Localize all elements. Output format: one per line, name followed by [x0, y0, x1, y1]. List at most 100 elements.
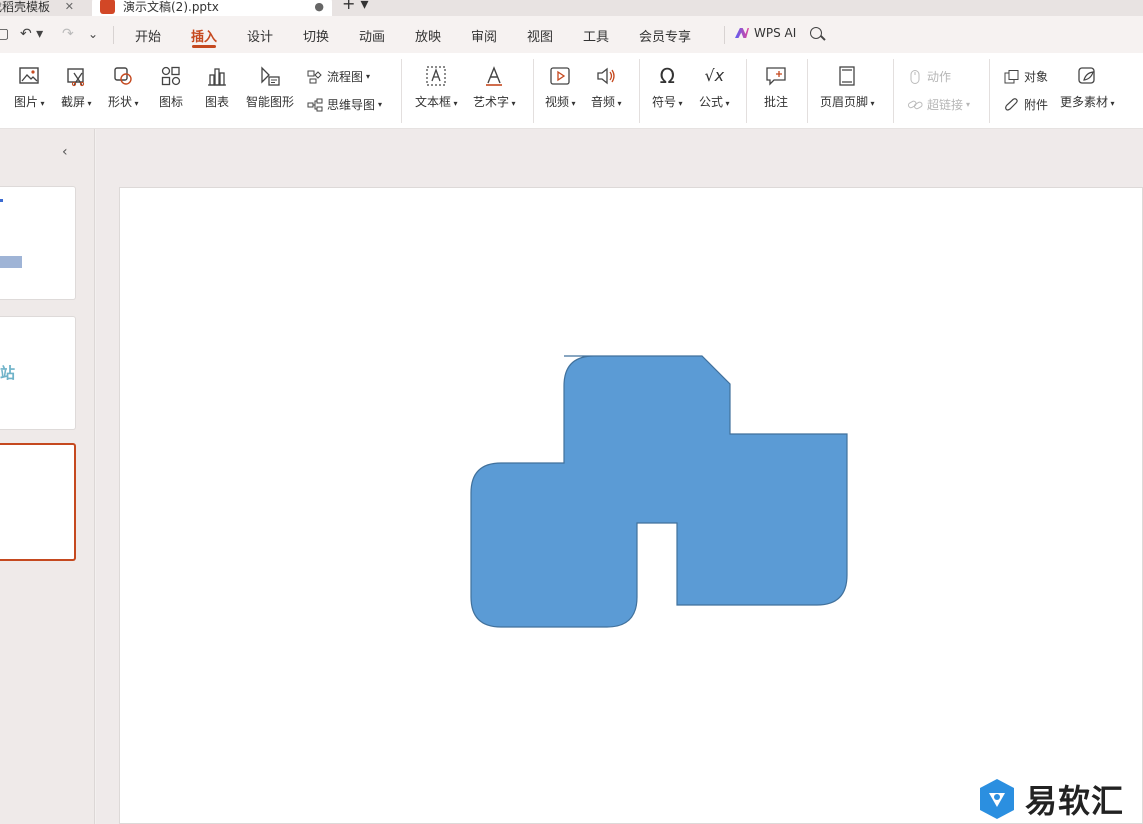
textbox-label: 文本框	[415, 93, 458, 110]
shape-label: 形状	[108, 93, 139, 110]
thumbnail-text: 站	[0, 364, 16, 382]
slide-thumbnail-2[interactable]: 站	[0, 316, 76, 430]
smartart-label: 智能图形	[246, 95, 295, 109]
menu-view[interactable]: 视图	[527, 26, 553, 45]
mindmap-icon	[307, 98, 323, 112]
bar-chart-icon	[206, 65, 228, 87]
tab-template-label: 找稻壳模板	[0, 0, 51, 14]
collapse-pane-icon[interactable]: ‹	[62, 144, 68, 160]
flowchart-label: 流程图	[327, 70, 364, 84]
shape-button[interactable]: 形状	[108, 65, 139, 110]
screenshot-label: 截屏	[61, 93, 92, 110]
watermark-logo-icon	[977, 777, 1017, 821]
menu-separator	[724, 26, 725, 44]
icon-library-icon	[160, 65, 182, 87]
menu-slideshow[interactable]: 放映	[415, 26, 441, 45]
symbol-button[interactable]: Ω 符号	[652, 65, 683, 110]
active-menu-indicator	[192, 45, 216, 48]
ribbon-separator	[746, 59, 747, 123]
omega-icon: Ω	[659, 64, 675, 88]
wps-ai-logo-icon	[735, 28, 749, 38]
wordart-button[interactable]: 艺术字	[473, 65, 516, 110]
menu-review[interactable]: 审阅	[471, 26, 497, 45]
menu-design[interactable]: 设计	[247, 26, 273, 45]
flowchart-button[interactable]: 流程图 ▾	[307, 68, 370, 85]
picture-icon	[18, 65, 40, 87]
symbol-label: 符号	[652, 93, 683, 110]
menu-insert[interactable]: 插入	[191, 26, 217, 45]
tab-document[interactable]: 演示文稿(2).pptx ●	[92, 0, 332, 16]
slide-canvas[interactable]	[119, 187, 1143, 824]
menu-animation[interactable]: 动画	[359, 26, 385, 45]
close-icon[interactable]: ✕	[65, 0, 74, 13]
textbox-button[interactable]: 文本框	[415, 65, 458, 110]
tab-menu-dot-icon[interactable]: ●	[314, 0, 324, 13]
menu-home[interactable]: 开始	[135, 26, 161, 45]
menu-bar: ▢ ↶ ▾ ↷ ⌄ 开始 插入 设计 切换 动画 放映 审阅 视图 工具 会员专…	[0, 16, 1143, 53]
attachment-label: 附件	[1024, 98, 1049, 112]
wps-ai-label: WPS AI	[754, 26, 797, 40]
shapes-icon	[112, 65, 134, 87]
hyperlink-button[interactable]: 超链接 ▾	[907, 96, 970, 113]
video-button[interactable]: 视频	[545, 65, 576, 110]
header-footer-label: 页眉页脚	[820, 93, 875, 110]
watermark-text: 易软汇	[1025, 782, 1125, 820]
formula-icon: √x	[704, 66, 725, 85]
tab-document-label: 演示文稿(2).pptx	[123, 0, 219, 14]
menu-member[interactable]: 会员专享	[639, 26, 691, 45]
mindmap-button[interactable]: 思维导图 ▾	[307, 96, 382, 113]
attachment-button[interactable]: 附件	[1004, 96, 1048, 113]
icon-label: 图标	[159, 95, 184, 109]
hyperlink-label: 超链接	[927, 98, 964, 112]
search-icon[interactable]	[810, 27, 822, 39]
tab-template[interactable]: 找稻壳模板 ✕	[0, 0, 82, 16]
ribbon-separator	[893, 59, 894, 123]
merged-shape[interactable]	[470, 355, 848, 628]
materials-icon	[1076, 65, 1098, 87]
object-button[interactable]: 对象	[1004, 68, 1048, 85]
header-footer-button[interactable]: 页眉页脚	[820, 65, 875, 110]
ribbon-separator	[989, 59, 990, 123]
screenshot-button[interactable]: 截屏	[61, 65, 92, 110]
thumbnail-bar	[0, 256, 22, 268]
action-label: 动作	[927, 70, 952, 84]
flowchart-icon	[307, 70, 323, 84]
comment-label: 批注	[764, 95, 789, 109]
mindmap-label: 思维导图	[327, 98, 376, 112]
more-materials-button[interactable]: 更多素材	[1060, 65, 1115, 110]
more-materials-label: 更多素材	[1060, 93, 1115, 110]
slide-thumbnail-3[interactable]	[0, 443, 76, 561]
save-icon[interactable]: ▢	[0, 26, 9, 42]
redo-icon[interactable]: ↷	[62, 26, 74, 42]
object-label: 对象	[1024, 70, 1049, 84]
wordart-label: 艺术字	[473, 93, 516, 110]
menu-tools[interactable]: 工具	[583, 26, 609, 45]
quick-access-more-icon[interactable]: ⌄	[88, 27, 98, 41]
wps-ai-button[interactable]: WPS AI	[735, 26, 796, 40]
action-button[interactable]: 动作	[907, 68, 951, 85]
ribbon-toolbar: 图片 截屏 形状 图标 图表 智能图形 流程图▾ 思维导图▾	[0, 53, 1143, 129]
object-icon	[1004, 69, 1020, 84]
textbox-icon	[425, 65, 447, 87]
menu-separator	[113, 26, 114, 44]
ribbon-separator	[639, 59, 640, 123]
smartart-button[interactable]: 智能图形	[246, 65, 294, 110]
speaker-icon	[595, 65, 617, 87]
ribbon-separator	[533, 59, 534, 123]
comment-button[interactable]: 批注	[764, 65, 788, 110]
watermark: 易软汇	[977, 776, 1124, 822]
combined-shape-svg	[470, 355, 848, 628]
new-tab-icon[interactable]: + ▾	[342, 0, 369, 13]
link-icon	[907, 98, 923, 112]
undo-icon[interactable]: ↶ ▾	[20, 26, 43, 42]
audio-button[interactable]: 音频	[591, 65, 622, 110]
thumbnail-dot	[0, 199, 3, 202]
formula-button[interactable]: √x 公式	[699, 65, 730, 110]
chart-button[interactable]: 图表	[205, 65, 229, 110]
audio-label: 音频	[591, 93, 622, 110]
tab-bar: 找稻壳模板 ✕ 演示文稿(2).pptx ● + ▾	[0, 0, 1143, 16]
menu-transition[interactable]: 切换	[303, 26, 329, 45]
icon-button[interactable]: 图标	[159, 65, 183, 110]
slide-thumbnail-1[interactable]	[0, 186, 76, 300]
picture-button[interactable]: 图片	[14, 65, 45, 110]
